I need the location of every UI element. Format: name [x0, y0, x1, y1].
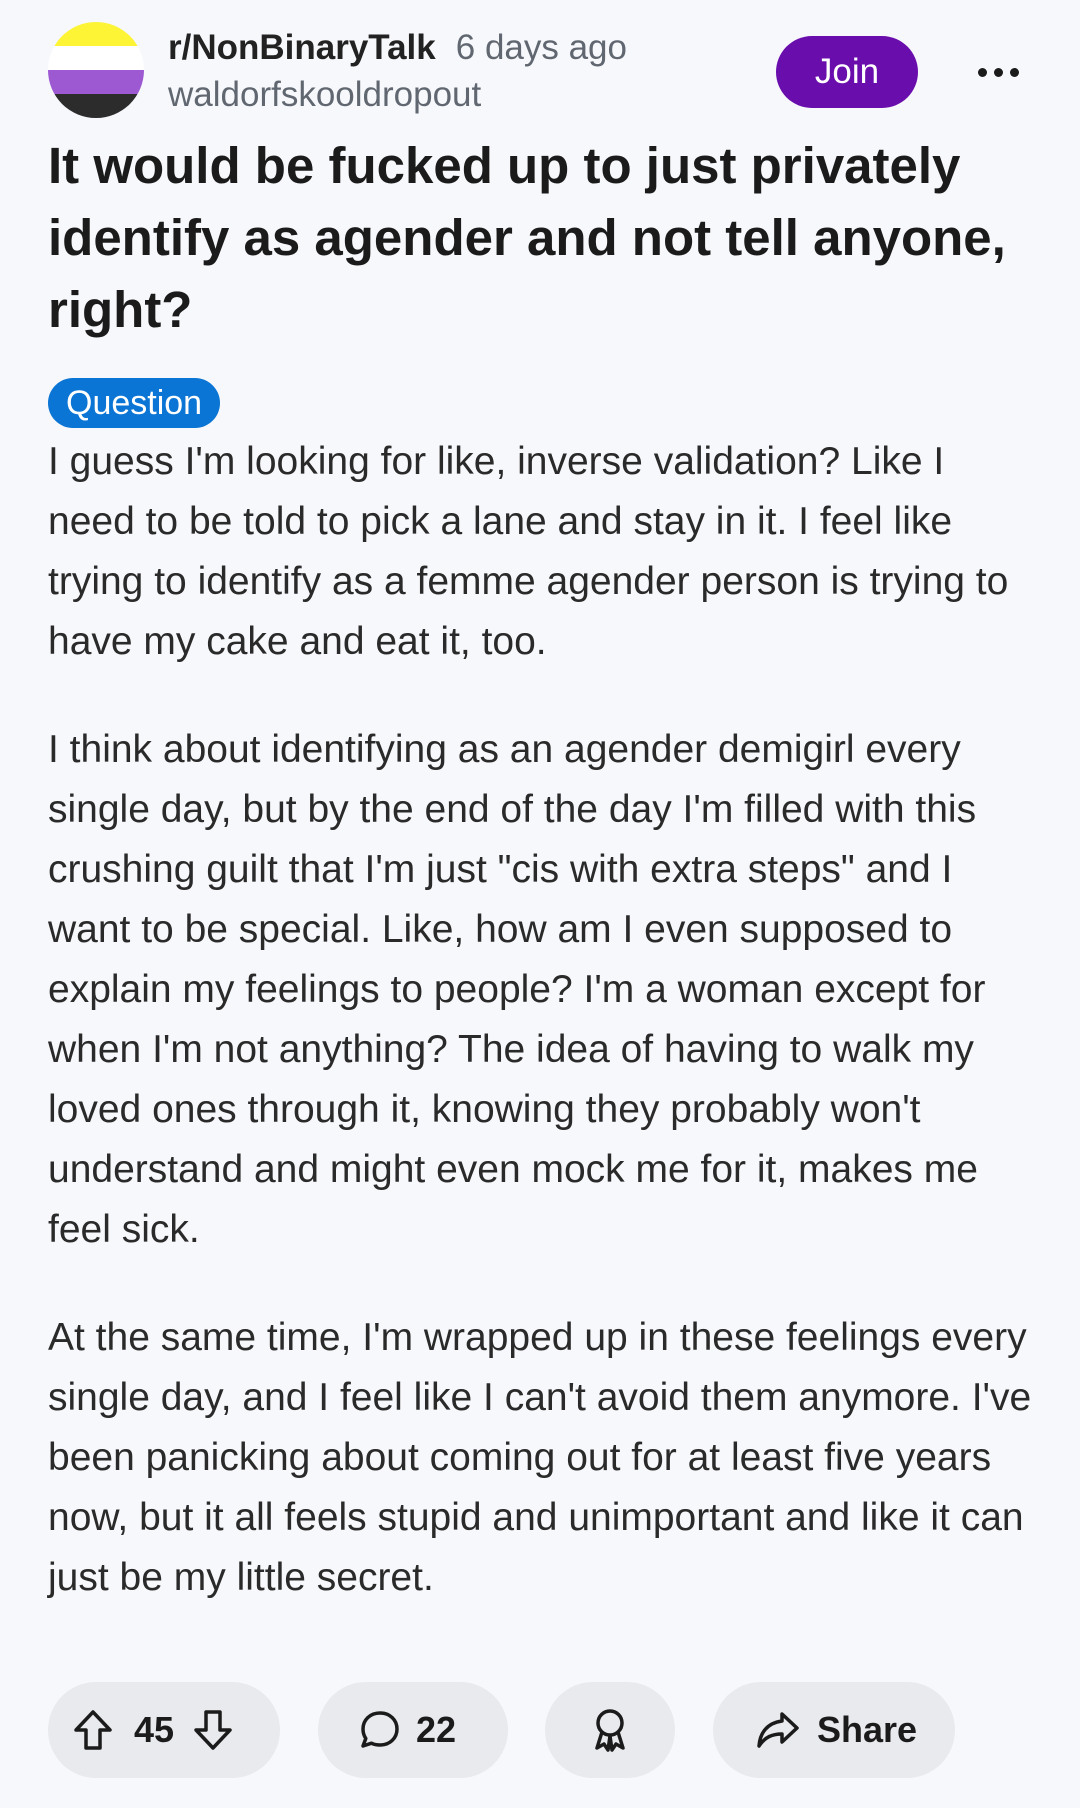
- post-header: r/NonBinaryTalk 6 days ago waldorfskooldr…: [48, 22, 1032, 122]
- share-label: Share: [817, 1709, 918, 1750]
- dot: [993, 67, 1003, 77]
- author-username[interactable]: waldorfskooldropout: [168, 70, 627, 120]
- meta-row: r/NonBinaryTalk 6 days ago: [168, 26, 627, 70]
- flag-stripe: [48, 46, 144, 70]
- comment-count: 22: [416, 1709, 457, 1750]
- body-paragraph: I guess I'm looking for like, inverse va…: [48, 440, 1009, 663]
- award-button[interactable]: [545, 1682, 675, 1778]
- body-paragraph: At the same time, I'm wrapped up in thes…: [48, 1316, 1032, 1599]
- post-title[interactable]: It would be fucked up to just privately …: [48, 130, 1040, 346]
- dot: [977, 67, 987, 77]
- post-body: I guess I'm looking for like, inverse va…: [48, 432, 1040, 1656]
- subreddit-name[interactable]: r/NonBinaryTalk: [168, 28, 436, 67]
- post-time: 6 days ago: [455, 28, 627, 67]
- subreddit-avatar-icon[interactable]: [48, 22, 144, 118]
- vote-control: 45: [48, 1682, 280, 1778]
- body-paragraph: I think about identifying as an agender …: [48, 728, 986, 1251]
- award-ribbon-icon: [588, 1706, 632, 1754]
- post-page: r/NonBinaryTalk 6 days ago waldorfskooldr…: [0, 0, 1080, 1808]
- upvote-arrow-icon[interactable]: [72, 1708, 114, 1752]
- share-arrow-icon: [755, 1709, 801, 1751]
- flag-stripe: [48, 94, 144, 118]
- comment-bubble-icon: [358, 1708, 402, 1752]
- share-button[interactable]: Share: [713, 1682, 955, 1778]
- join-button[interactable]: Join: [776, 36, 918, 108]
- comments-button[interactable]: 22: [318, 1682, 508, 1778]
- downvote-arrow-icon[interactable]: [192, 1708, 234, 1752]
- vote-count: 45: [134, 1709, 175, 1750]
- flag-stripe: [48, 22, 144, 46]
- flag-stripe: [48, 70, 144, 94]
- dot: [1009, 67, 1019, 77]
- more-dots-icon[interactable]: [966, 52, 1030, 92]
- post-meta: r/NonBinaryTalk 6 days ago waldorfskooldr…: [168, 26, 627, 120]
- post-flair[interactable]: Question: [48, 378, 221, 428]
